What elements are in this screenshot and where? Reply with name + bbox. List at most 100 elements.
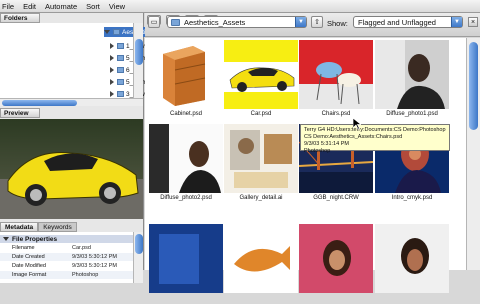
mouse-cursor-icon [353,118,361,130]
metadata-key: Image Format [12,272,47,278]
thumbnail-image[interactable] [224,40,298,109]
metadata-scrollbar[interactable] [133,232,143,283]
file-tooltip: Terry G4 HD:Users:terry:Documents:CS Dem… [300,124,450,154]
tab-keywords-label: Keywords [43,223,72,231]
menu-item-automate[interactable]: Automate [45,2,77,11]
tab-preview[interactable]: Preview [0,108,40,118]
folder-up-button[interactable]: ⇧ [311,16,323,28]
left-pane: Folders Aesthetic1_Cov5_Demo6_Util5_Demo… [0,13,151,283]
tab-metadata-label: Metadata [5,223,34,231]
show-label: Show: [327,19,348,28]
tab-metadata[interactable]: Metadata [0,222,39,232]
metadata-scroll-thumb[interactable] [135,234,143,254]
tooltip-path: Terry G4 HD:Users:terry:Documents:CS Dem… [304,127,446,140]
thumbnail-image[interactable] [375,40,449,109]
chevron-down-icon: ▼ [295,17,306,27]
thumbnail-item[interactable] [224,224,298,304]
chevron-right-icon[interactable] [110,79,114,85]
thumbnail-image[interactable] [224,124,298,193]
folder-icon [117,67,124,73]
folder-dropdown[interactable]: Aesthetics_Assets ▼ [167,16,307,28]
file-properties-label: File Properties [12,235,58,243]
thumbnail-image[interactable] [149,224,223,293]
thumbnail-caption[interactable]: Gallery_detail.ai [224,195,298,201]
thumbnail-item[interactable] [149,224,223,304]
tab-folders-label: Folders [4,14,28,22]
menu-item-file[interactable]: File [2,2,14,11]
thumbnail-caption[interactable]: Diffuse_photo1.psd [375,111,449,117]
preview-image [0,119,143,219]
chevron-down-icon[interactable] [104,30,110,34]
metadata-row: Date Modified 9/3/03 5:30:12 PM [0,262,133,270]
file-properties-header[interactable]: File Properties [0,235,133,243]
metadata-key: Date Modified [12,263,46,269]
metadata-key: Date Created [12,254,45,260]
tooltip-date: 9/3/03 5:31:14 PM [304,141,349,147]
thumbnail-item[interactable]: Gallery_detail.ai [224,124,298,204]
thumbnail-item[interactable] [375,224,449,304]
chevron-right-icon[interactable] [110,67,114,73]
show-filter-dropdown[interactable]: Flagged and Unflagged ▼ [353,16,463,28]
thumbnail-item[interactable]: Cabinet.psd [149,40,223,120]
thumbnail-item[interactable]: Chairs.psd [299,40,373,120]
folder-icon [171,18,180,26]
folder-icon [117,43,124,49]
thumbnail-caption[interactable]: Chairs.psd [299,111,373,117]
folders-vertical-scrollbar[interactable] [133,23,143,98]
menu-item-edit[interactable]: Edit [23,2,36,11]
folders-horizontal-scrollbar[interactable] [0,98,143,106]
thumbnail-image[interactable] [375,224,449,293]
chevron-right-icon[interactable] [110,43,114,49]
thumbnail-item[interactable] [299,224,373,304]
menu-item-view[interactable]: View [109,2,125,11]
thumbnail-caption[interactable]: Diffuse_photo2.psd [149,195,223,201]
tab-preview-label: Preview [4,109,29,117]
folders-vertical-thumb[interactable] [135,39,143,65]
metadata-tabs: Metadata Keywords [0,222,143,232]
metadata-panel: File Properties Filename Car.psd Date Crea… [0,232,143,283]
menu-bar: File Edit Automate Sort View [0,0,480,13]
tooltip-format: Photoshop [304,148,331,154]
thumbnail-item[interactable]: Diffuse_photo2.psd [149,124,223,204]
metadata-value: Photoshop [72,272,99,278]
menu-item-sort[interactable]: Sort [86,2,100,11]
thumbnail-image[interactable] [299,40,373,109]
thumbnail-caption[interactable]: Intro_cmyk.psd [375,195,449,201]
view-options-button[interactable]: ▭ [148,16,160,28]
metadata-row: Image Format Photoshop [0,271,133,279]
grid-scroll-thumb[interactable] [469,42,478,130]
tab-keywords[interactable]: Keywords [38,222,77,232]
metadata-value: Car.psd [72,245,91,251]
preview-panel [0,119,143,219]
folder-icon [117,55,124,61]
folder-icon [113,29,120,35]
thumbnail-image[interactable] [149,124,223,193]
thumbnail-caption[interactable]: Car.psd [224,111,298,117]
thumbnail-image[interactable] [224,224,298,293]
show-filter-value: Flagged and Unflagged [358,17,436,27]
chevron-right-icon[interactable] [110,55,114,61]
metadata-row: Filename Car.psd [0,244,133,252]
metadata-value: 9/3/03 5:30:12 PM [72,254,117,260]
thumbnail-image[interactable] [149,40,223,109]
folders-panel: Aesthetic1_Cov5_Demo6_Util5_Demo3_Tow [0,23,151,98]
close-icon[interactable]: × [468,17,478,27]
folder-up-icon: ⇧ [314,19,320,26]
view-icon: ▭ [150,19,158,26]
thumbnail-image[interactable] [299,224,373,293]
tab-folders[interactable]: Folders [0,13,40,23]
thumbnail-caption[interactable]: Cabinet.psd [149,111,223,117]
folder-icon [117,91,124,97]
chevron-down-icon [3,237,9,241]
thumbnail-item[interactable]: Car.psd [224,40,298,120]
chevron-right-icon[interactable] [110,91,114,97]
grid-scrollbar[interactable] [466,38,480,270]
thumbnail-caption[interactable]: GGB_night.CRW [299,195,373,201]
folder-dropdown-value: Aesthetics_Assets [184,17,246,27]
folders-scroll-thumb[interactable] [2,100,77,106]
metadata-row: Date Created 9/3/03 5:30:12 PM [0,253,133,261]
metadata-key: Filename [12,245,35,251]
metadata-value: 9/3/03 5:30:12 PM [72,263,117,269]
thumbnail-item[interactable]: Diffuse_photo1.psd [375,40,449,120]
folder-icon [117,79,124,85]
